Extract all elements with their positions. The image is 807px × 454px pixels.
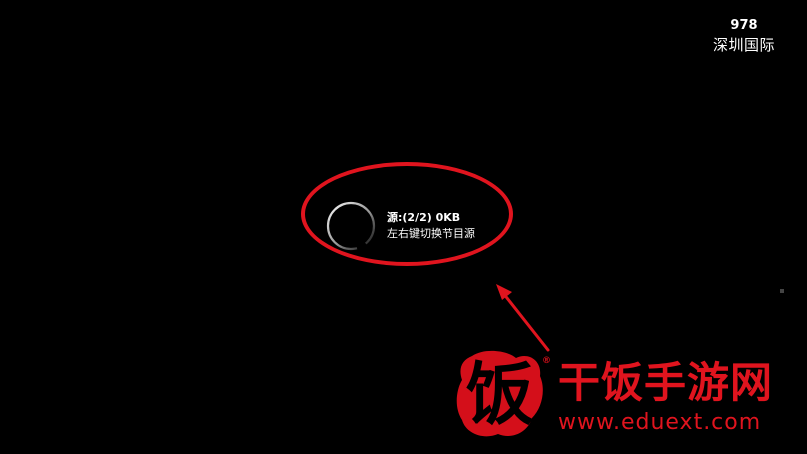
channel-name: 深圳国际 bbox=[712, 35, 775, 54]
site-url: www.eduext.com bbox=[558, 410, 762, 435]
registered-mark: ® bbox=[542, 356, 551, 366]
annotation-ellipse bbox=[301, 162, 513, 266]
edge-artifact bbox=[780, 289, 784, 293]
channel-number: 978 bbox=[730, 18, 758, 33]
site-name: 干饭手游网 bbox=[558, 358, 774, 407]
site-watermark: 饭 ® 干饭手游网 www.eduext.com bbox=[454, 346, 794, 446]
channel-info: 978 深圳国际 bbox=[699, 18, 789, 54]
logo-char: 饭 bbox=[465, 356, 534, 435]
